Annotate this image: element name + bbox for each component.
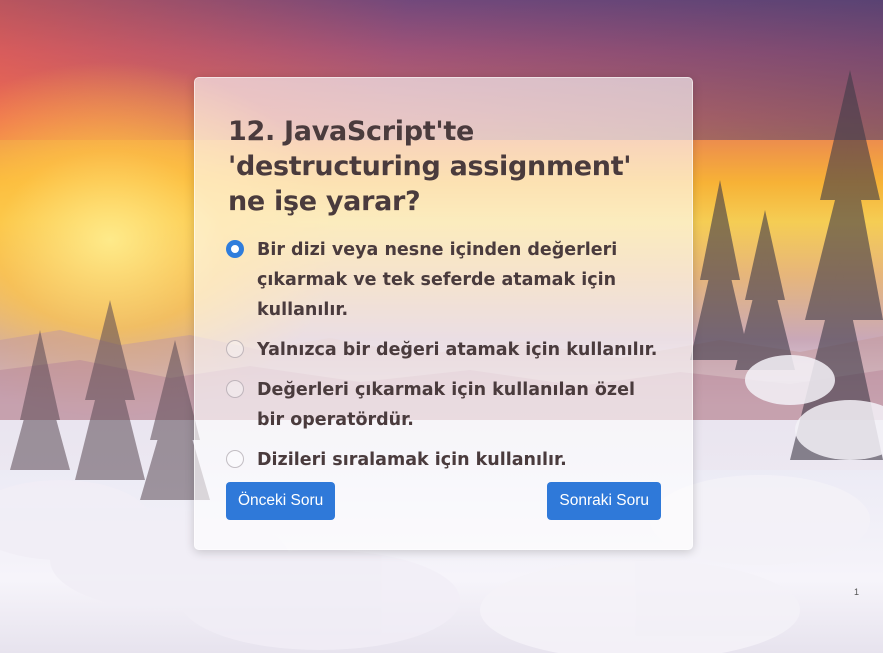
radio-icon[interactable] [226, 340, 244, 358]
answer-option-label: Değerleri çıkarmak için kullanılan özel … [257, 380, 635, 430]
answer-option[interactable]: Bir dizi veya nesne içinden değerleri çı… [226, 235, 666, 325]
answer-option-label: Bir dizi veya nesne içinden değerleri çı… [257, 240, 618, 320]
previous-question-button[interactable]: Önceki Soru [226, 482, 336, 520]
radio-selected-icon[interactable] [226, 240, 244, 258]
radio-icon[interactable] [226, 450, 244, 468]
answer-option-label: Yalnızca bir değeri atamak için kullanıl… [257, 340, 658, 360]
radio-icon[interactable] [226, 380, 244, 398]
question-title: 12. JavaScript'te 'destructuring assignm… [228, 116, 632, 217]
answer-option[interactable]: Değerleri çıkarmak için kullanılan özel … [226, 375, 666, 435]
answer-options: Bir dizi veya nesne içinden değerleri çı… [226, 235, 666, 475]
answer-option[interactable]: Dizileri sıralamak için kullanılır. [226, 445, 666, 475]
quiz-card: 12. JavaScript'te 'destructuring assignm… [194, 77, 693, 550]
page-marker: 1 [853, 587, 859, 597]
answer-option[interactable]: Yalnızca bir değeri atamak için kullanıl… [226, 335, 666, 365]
next-question-button[interactable]: Sonraki Soru [547, 482, 661, 520]
answer-option-label: Dizileri sıralamak için kullanılır. [257, 450, 567, 470]
